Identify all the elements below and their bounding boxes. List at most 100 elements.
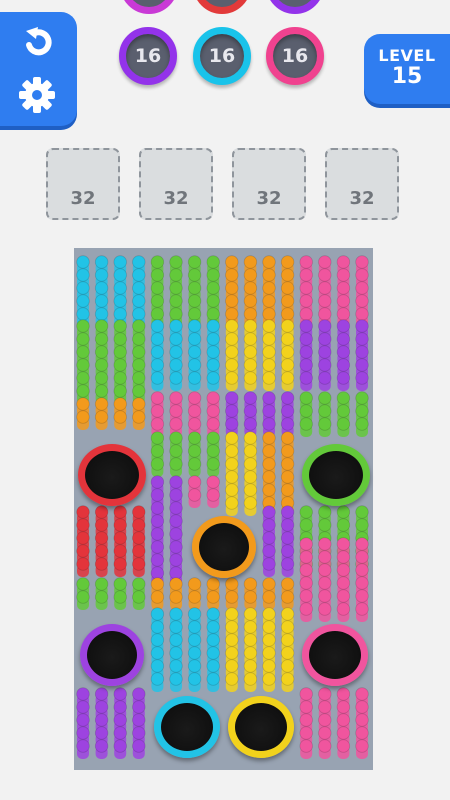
stickman-head	[318, 518, 332, 532]
stickman-head	[318, 345, 332, 359]
empty-slot[interactable]: 32	[139, 148, 213, 220]
hole-cyan[interactable]	[154, 696, 220, 758]
empty-slot[interactable]: 32	[232, 148, 306, 220]
stickman-head	[76, 384, 90, 398]
game-board[interactable]	[74, 248, 373, 770]
stickman-head	[169, 527, 183, 541]
stickman-head	[225, 332, 239, 346]
stickman-head	[336, 537, 351, 551]
stickman-head	[262, 590, 276, 604]
stickman-head	[299, 700, 313, 714]
stickman-head	[94, 726, 109, 740]
stickman-head	[299, 417, 313, 431]
hole-purple[interactable]	[80, 624, 144, 686]
stickman-head	[243, 268, 258, 282]
stickman-head	[76, 345, 90, 359]
stickman-head	[94, 544, 109, 558]
stickman-head	[299, 345, 313, 359]
stickman-head	[94, 281, 109, 295]
stickman-head	[355, 268, 369, 282]
hole-pink[interactable]	[302, 624, 368, 686]
stickman-head	[94, 307, 109, 321]
stickman-head	[94, 294, 109, 308]
stickman-head	[262, 544, 276, 558]
stickman-head	[318, 563, 332, 577]
hole-yellow[interactable]	[228, 696, 294, 758]
stickman-head	[206, 307, 220, 321]
stickman-head	[169, 345, 183, 359]
stickman-head	[299, 687, 313, 701]
stickman-head	[169, 417, 183, 431]
stickman-head	[336, 687, 351, 701]
stickman-head	[113, 345, 127, 359]
stickman-head	[336, 563, 351, 577]
stickman-head	[94, 590, 109, 604]
stickman-head	[206, 345, 220, 359]
stickman-head	[113, 319, 127, 333]
stickman-head	[243, 358, 258, 372]
stickman-head	[169, 268, 183, 282]
empty-slot[interactable]: 32	[325, 148, 399, 220]
stickman-head	[299, 255, 313, 269]
stickman-head	[187, 646, 202, 660]
stickman-head	[355, 550, 369, 564]
stickman-head	[355, 739, 369, 753]
level-label: LEVEL	[378, 46, 436, 65]
stickman-head	[299, 518, 313, 532]
stickman-head	[94, 518, 109, 532]
stickman-head	[150, 417, 165, 431]
stickman-head	[132, 577, 146, 591]
stickman-head	[76, 700, 90, 714]
stickman-head	[355, 563, 369, 577]
stickman-head	[150, 672, 165, 686]
hole-green[interactable]	[302, 444, 370, 506]
stickman-head	[243, 345, 258, 359]
stickman-head	[113, 590, 127, 604]
stickman-head	[113, 410, 127, 424]
stickman-head	[355, 700, 369, 714]
stickman-head	[132, 371, 146, 385]
stickman-head	[206, 444, 220, 458]
stickman-head	[113, 713, 127, 727]
stickman-head	[132, 281, 146, 295]
target-cap-cyan[interactable]: 16	[193, 27, 251, 85]
target-cap-purple[interactable]: 16	[119, 27, 177, 85]
stickman-head	[262, 518, 276, 532]
stickman-head	[113, 518, 127, 532]
stickman-head	[318, 550, 332, 564]
stickman-head	[243, 620, 258, 634]
settings-button[interactable]	[14, 72, 60, 118]
stickman-head	[76, 294, 90, 308]
stickman-head	[187, 345, 202, 359]
stickman-head	[132, 358, 146, 372]
stickman-head	[113, 739, 127, 753]
stickman-head	[336, 281, 351, 295]
stickman-head	[336, 358, 351, 372]
stickman-head	[262, 404, 276, 418]
target-cap-pink[interactable]: 16	[266, 27, 324, 85]
stickman-head	[280, 371, 295, 385]
stickman-head	[113, 531, 127, 545]
stickman-head	[280, 404, 295, 418]
stickman-head	[187, 672, 202, 686]
stickman-head	[299, 391, 313, 405]
hole-orange[interactable]	[192, 516, 256, 578]
stickman-head	[262, 483, 276, 497]
stickman-head	[243, 672, 258, 686]
undo-button[interactable]	[14, 20, 60, 66]
stickman-head	[169, 391, 183, 405]
hole-red[interactable]	[78, 444, 146, 506]
stickman-head	[169, 540, 183, 554]
stickman-head	[94, 557, 109, 571]
queue-cap	[120, 0, 178, 14]
empty-slot[interactable]: 32	[46, 148, 120, 220]
stickman-head	[206, 431, 220, 445]
stickman-head	[132, 590, 146, 604]
stickman-head	[280, 358, 295, 372]
stickman-head	[150, 431, 165, 445]
stickman-head	[318, 576, 332, 590]
stickman-head	[206, 404, 220, 418]
stickman-head	[113, 544, 127, 558]
stickman-head	[113, 687, 127, 701]
stickman-head	[280, 319, 295, 333]
